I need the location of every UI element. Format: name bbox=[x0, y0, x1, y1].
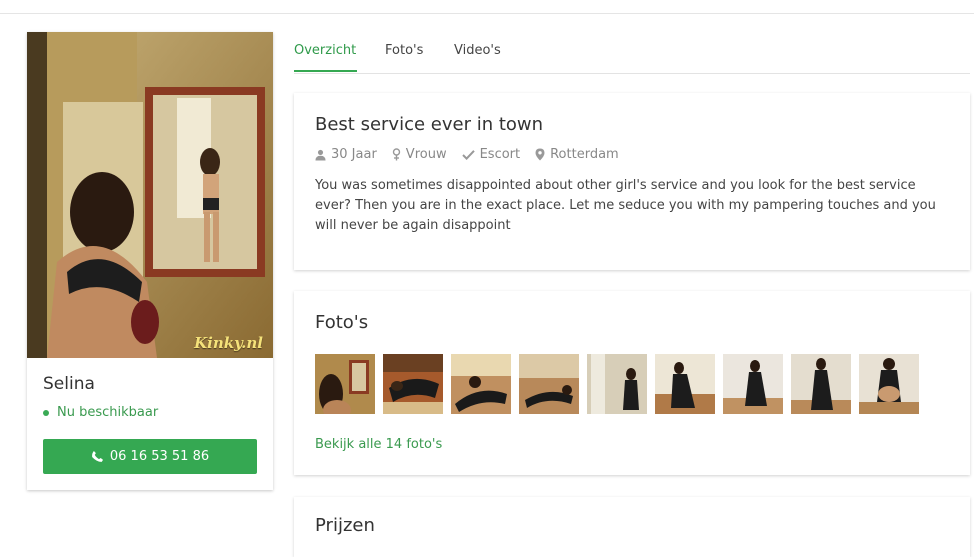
meta-category: Escort bbox=[461, 147, 521, 162]
prices-panel: Prijzen bbox=[294, 497, 970, 557]
photo-thumbnail[interactable] bbox=[519, 354, 579, 414]
meta-category-label: Escort bbox=[479, 147, 521, 162]
user-icon bbox=[315, 149, 326, 160]
photo-thumbnail[interactable] bbox=[859, 354, 919, 414]
status-dot-icon bbox=[43, 409, 49, 416]
photo-thumbnail[interactable] bbox=[383, 354, 443, 414]
tab-overzicht[interactable]: Overzicht bbox=[294, 43, 356, 58]
phone-number: 06 16 53 51 86 bbox=[109, 449, 210, 464]
photos-panel: Foto's Bekijk alle 14 foto's bbox=[294, 291, 970, 475]
meta-city-label: Rotterdam bbox=[550, 147, 619, 162]
profile-photo[interactable]: Kinky.nl bbox=[27, 32, 273, 358]
profile-name: Selina bbox=[43, 374, 95, 394]
profile-card: Kinky.nl Selina Nu beschikbaar 06 16 53 … bbox=[27, 32, 273, 490]
profile-tabs: Overzicht Foto's Video's bbox=[294, 32, 970, 74]
female-icon bbox=[392, 148, 400, 161]
photo-watermark: Kinky.nl bbox=[194, 334, 263, 352]
availability-status: Nu beschikbaar bbox=[43, 405, 158, 420]
meta-age: 30 Jaar bbox=[315, 147, 377, 162]
profile-photo-image bbox=[27, 32, 273, 358]
phone-icon bbox=[91, 450, 103, 462]
meta-city: Rotterdam bbox=[535, 147, 619, 162]
check-icon bbox=[461, 150, 475, 160]
overview-title: Best service ever in town bbox=[315, 114, 544, 135]
active-tab-indicator bbox=[294, 70, 357, 72]
photo-thumbnail[interactable] bbox=[315, 354, 375, 414]
photo-thumbnail[interactable] bbox=[791, 354, 851, 414]
header-divider bbox=[0, 13, 974, 14]
meta-gender: Vrouw bbox=[392, 147, 447, 162]
photo-thumbnails bbox=[315, 354, 927, 414]
map-marker-icon bbox=[535, 148, 545, 161]
photo-thumbnail[interactable] bbox=[451, 354, 511, 414]
photo-thumbnail[interactable] bbox=[587, 354, 647, 414]
tab-videos[interactable]: Video's bbox=[454, 43, 501, 58]
photo-thumbnail[interactable] bbox=[723, 354, 783, 414]
meta-gender-label: Vrouw bbox=[405, 147, 447, 162]
meta-age-label: 30 Jaar bbox=[331, 147, 377, 162]
overview-panel: Best service ever in town 30 Jaar Vrouw … bbox=[294, 93, 970, 270]
photos-title: Foto's bbox=[315, 312, 369, 333]
availability-label: Nu beschikbaar bbox=[57, 405, 159, 420]
view-all-photos-link[interactable]: Bekijk alle 14 foto's bbox=[315, 437, 442, 452]
photo-thumbnail[interactable] bbox=[655, 354, 715, 414]
phone-button[interactable]: 06 16 53 51 86 bbox=[43, 439, 257, 474]
tab-fotos[interactable]: Foto's bbox=[385, 43, 423, 58]
profile-meta: 30 Jaar Vrouw Escort Rotterdam bbox=[315, 147, 634, 162]
overview-description: You was sometimes disappointed about oth… bbox=[315, 178, 936, 233]
prices-title: Prijzen bbox=[315, 515, 375, 536]
